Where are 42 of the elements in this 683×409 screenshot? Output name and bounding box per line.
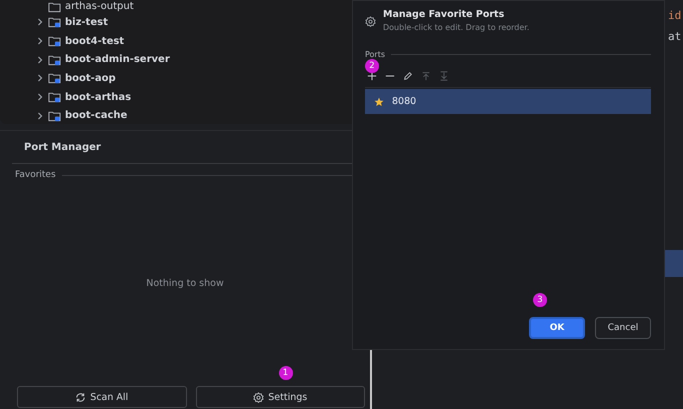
tree-item-label[interactable]: boot-aop [65, 72, 116, 84]
tree-item-label[interactable]: arthas-output [65, 1, 134, 12]
section-label: Ports [365, 50, 386, 59]
star-icon [374, 96, 384, 106]
port-list-item[interactable]: 8080 [365, 89, 651, 114]
section-label: Favorites [15, 170, 56, 180]
folder-icon [48, 0, 61, 12]
module-folder-icon [48, 110, 61, 122]
cancel-button[interactable]: Cancel [595, 317, 651, 339]
chevron-icon[interactable] [36, 37, 44, 46]
module-folder-icon [48, 72, 61, 84]
module-folder-icon [48, 91, 61, 104]
chevron-icon[interactable] [36, 112, 44, 120]
tree-item-label[interactable]: boot-cache [65, 110, 128, 122]
dialog-subtitle: Double-click to edit. Drag to reorder. [383, 23, 530, 32]
chevron-icon[interactable] [36, 56, 44, 64]
scan-button[interactable]: Scan All [17, 386, 186, 408]
refresh-icon [75, 392, 86, 402]
module-folder-icon [48, 16, 61, 28]
step-marker: 1 [278, 366, 292, 380]
module-folder-icon [48, 54, 61, 66]
settings-button[interactable]: Settings [196, 386, 365, 408]
code-fragment: id [668, 9, 682, 22]
module-folder-icon [48, 35, 61, 48]
empty-message: Nothing to show [146, 278, 224, 288]
tree-item-label[interactable]: boot-admin-server [65, 54, 170, 66]
step-marker: 3 [533, 293, 547, 307]
tree-item-label[interactable]: boot4-test [65, 36, 124, 47]
chevron-icon[interactable] [36, 18, 44, 26]
chevron-icon[interactable] [36, 93, 44, 102]
tree-item-label[interactable]: boot-arthas [65, 92, 132, 103]
edit-icon[interactable] [403, 71, 413, 81]
tree-item-label[interactable]: biz-test [65, 16, 108, 28]
code-fragment: at [668, 30, 682, 43]
chevron-icon[interactable] [36, 74, 44, 82]
add-icon[interactable] [367, 71, 377, 81]
settings-icon [365, 16, 376, 27]
ok-button[interactable]: OK [529, 317, 585, 339]
dialog-title: Manage Favorite Ports [383, 9, 506, 20]
step-marker: 2 [365, 59, 379, 73]
settings-icon [253, 392, 264, 402]
panel-title: Port Manager [23, 142, 101, 152]
